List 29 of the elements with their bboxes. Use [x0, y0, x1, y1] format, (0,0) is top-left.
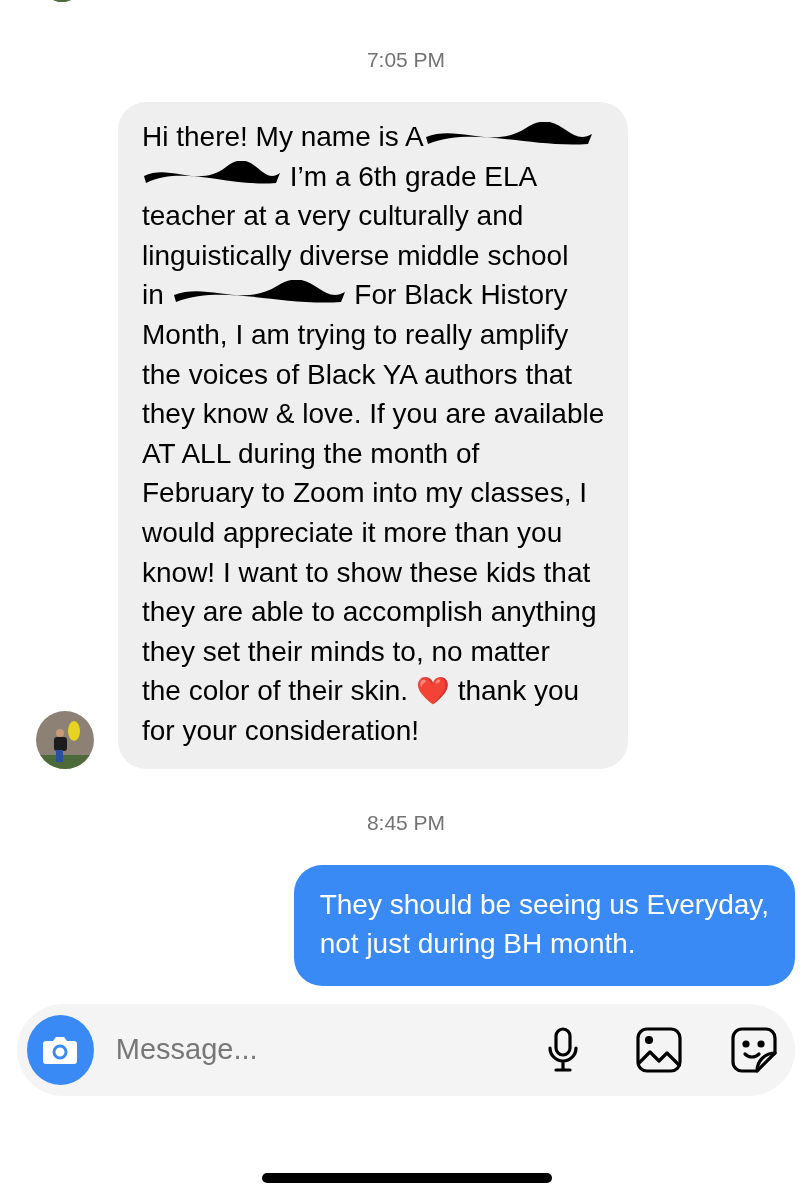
message-text: I’m a 6th grade ELA — [288, 159, 538, 194]
message-text: for your consideration! — [142, 713, 420, 748]
message-text: Hi there! My name is A — [142, 120, 424, 154]
timestamp: 8:45 PM — [365, 810, 447, 835]
microphone-icon — [547, 1026, 580, 1073]
message-text: AT ALL during the month of — [142, 436, 480, 471]
heart-emoji: ❤ — [415, 674, 450, 709]
message-text: the color of their skin. — [142, 674, 410, 709]
message-text: not just during BH month. — [319, 927, 636, 962]
camera-icon — [42, 1034, 79, 1065]
message-text: For Black History — [353, 278, 568, 313]
message-text: they are able to accomplish anything — [142, 595, 597, 630]
message-text: would appreciate it more than you — [142, 515, 563, 550]
message-text: they know & love. If you are available — [142, 397, 605, 432]
message-text: they set their minds to, no matter — [142, 634, 550, 669]
message-text: know! I want to show these kids that — [142, 555, 591, 590]
message-text: thank you — [456, 674, 580, 709]
message-text: teacher at a very culturally and — [142, 199, 524, 234]
message-text: linguistically diverse middle school — [142, 238, 569, 273]
timestamp: 7:05 PM — [365, 48, 447, 72]
sticker-icon — [731, 1026, 778, 1073]
camera-button[interactable] — [27, 1014, 94, 1085]
message-input-field[interactable]: Message... — [113, 1032, 495, 1068]
message-text: in — [142, 278, 165, 313]
message-text: February to Zoom into my classes, I — [142, 476, 588, 511]
image-icon — [635, 1026, 682, 1073]
message-text: They should be seeing us Everyday, — [319, 887, 769, 922]
message-text: Month, I am trying to really amplify — [142, 317, 569, 352]
message-text: the voices of Black YA authors that — [142, 357, 573, 392]
